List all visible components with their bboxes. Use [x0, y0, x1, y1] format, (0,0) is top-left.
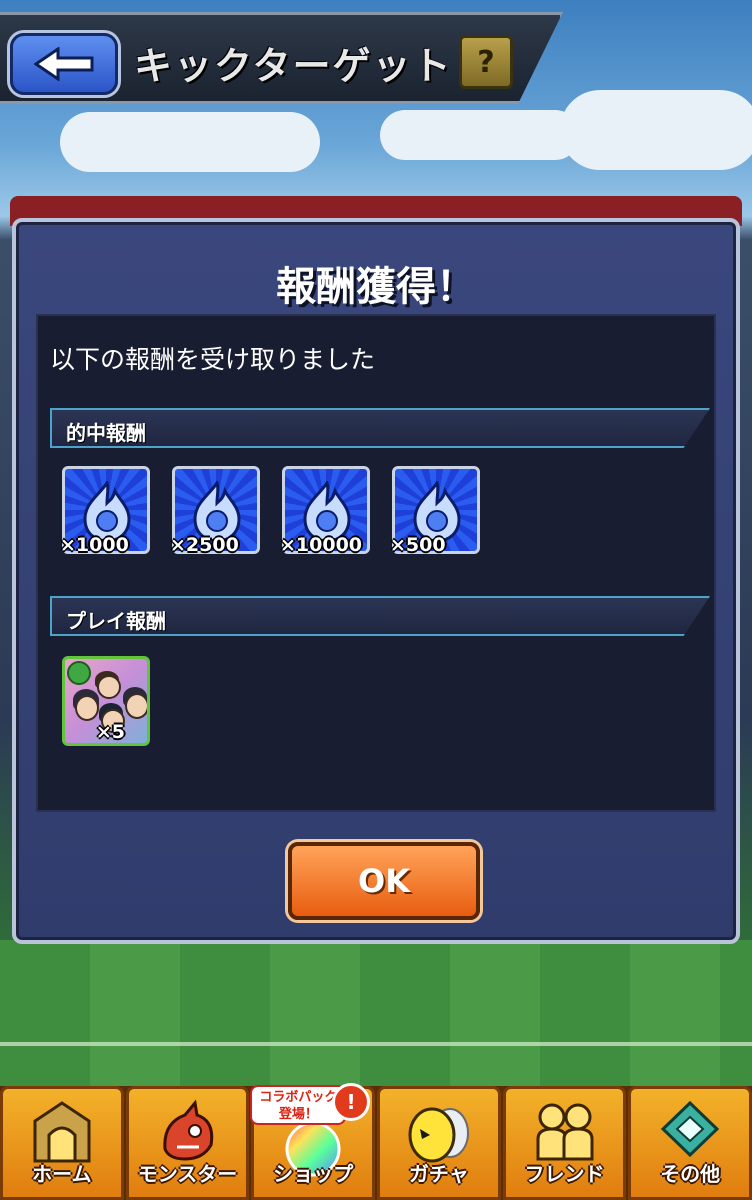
- nav-label: ガチャ: [408, 1162, 469, 1186]
- character-portrait: [97, 675, 121, 699]
- soccer-field: [0, 940, 752, 1090]
- friends-icon: [536, 1103, 594, 1161]
- dragon-icon: [162, 1099, 213, 1161]
- element-badge-icon: [67, 661, 91, 685]
- character-portrait: [75, 695, 99, 721]
- gate-icon: [33, 1101, 91, 1163]
- nav-home[interactable]: ホーム: [0, 1086, 124, 1200]
- reward-quantity: ×2500: [170, 534, 239, 556]
- nav-label: ショップ: [273, 1162, 354, 1186]
- nav-shop[interactable]: コラボパック 登場！ ! ショップ: [250, 1083, 376, 1200]
- other-icon: [661, 1100, 720, 1158]
- reward-quantity: ×10000: [280, 534, 363, 556]
- nav-label: モンスター: [137, 1162, 238, 1186]
- alert-icon: !: [332, 1083, 371, 1121]
- field-line: [0, 1042, 752, 1046]
- play-reward-label: プレイ報酬: [66, 609, 166, 633]
- hit-reward-label: 的中報酬: [66, 421, 146, 445]
- nav-label: その他: [660, 1162, 721, 1186]
- hit-reward-list: ×1000 ×2500 ×10000 ×500: [60, 466, 482, 558]
- reward-quantity: ×5: [95, 721, 125, 743]
- page-title: キックターゲット: [134, 44, 453, 88]
- header-bar: キックターゲット ?: [0, 12, 563, 104]
- nav-label: フレンド: [524, 1162, 605, 1186]
- dialog-title: 報酬獲得！: [276, 264, 476, 310]
- reward-item: ×2500: [170, 466, 262, 558]
- hit-reward-section-header: 的中報酬: [50, 408, 710, 448]
- nav-monster[interactable]: モンスター: [125, 1086, 250, 1200]
- back-button[interactable]: [10, 33, 118, 95]
- cloud: [560, 90, 752, 170]
- reward-item: ×10000: [280, 466, 372, 558]
- nav-gacha[interactable]: ガチャ: [377, 1086, 501, 1200]
- reward-quantity: ×500: [390, 534, 446, 556]
- ok-button[interactable]: OK: [288, 842, 480, 920]
- nav-label: ホーム: [32, 1162, 92, 1186]
- bottom-nav: ホーム モンスター コラボパック 登場！ ! ショップ ガチャ フレンド その他: [0, 1083, 752, 1200]
- cloud: [60, 112, 320, 172]
- help-button[interactable]: ?: [459, 35, 513, 89]
- character-reward-tile: ×5: [62, 656, 150, 746]
- reward-subtitle: 以下の報酬を受け取りました: [50, 345, 376, 374]
- reward-item: ×1000: [60, 466, 152, 558]
- nav-other[interactable]: その他: [628, 1086, 752, 1200]
- egg-icon: [408, 1107, 469, 1163]
- back-arrow-icon: [34, 47, 94, 81]
- reward-item: ×500: [390, 466, 482, 558]
- character-portrait: [125, 693, 147, 719]
- reward-dialog: 報酬獲得！ 以下の報酬を受け取りました 的中報酬 ×1000 ×2500 ×10…: [12, 218, 740, 944]
- nav-friend[interactable]: フレンド: [502, 1086, 627, 1200]
- play-reward-section-header: プレイ報酬: [50, 596, 710, 636]
- reward-quantity: ×1000: [60, 534, 129, 556]
- reward-panel: 以下の報酬を受け取りました 的中報酬 ×1000 ×2500 ×10000 ×5…: [36, 314, 716, 812]
- cloud: [380, 110, 580, 160]
